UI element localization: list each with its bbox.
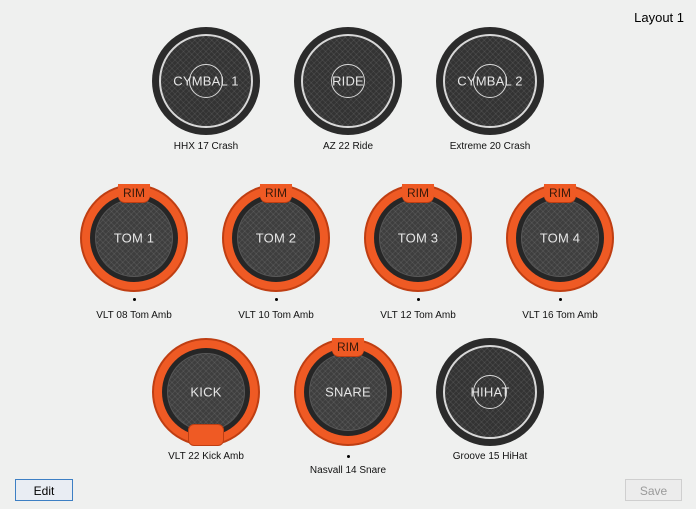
indicator-dot [133,298,136,301]
pad-cymbal-2[interactable]: CYMBAL 2 [436,27,544,135]
pad-label: TOM 2 [255,230,297,246]
pad-caption-snare: Nasvall 14 Snare [309,465,387,476]
indicator-dot [347,455,350,458]
pad-cymbal-1[interactable]: CYMBAL 1 [152,27,260,135]
pad-caption-tom-3: VLT 12 Tom Amb [380,310,456,321]
pad-caption-tom-2: VLT 10 Tom Amb [238,310,314,321]
pad-tom-2[interactable]: TOM 2 RIM [222,184,330,292]
pad-caption-kick: VLT 22 Kick Amb [168,451,244,462]
pad-label: TOM 1 [113,230,155,246]
pad-label: CYMBAL 2 [457,73,523,89]
pad-label: TOM 4 [539,230,581,246]
pad-label: SNARE [325,384,371,400]
pad-caption-ride: AZ 22 Ride [322,141,374,152]
pad-tom-4[interactable]: TOM 4 RIM [506,184,614,292]
pad-ride[interactable]: RIDE [294,27,402,135]
pad-caption-cymbal-2: Extreme 20 Crash [449,141,531,152]
pad-label: RIDE [332,73,364,89]
pad-caption-tom-4: VLT 16 Tom Amb [522,310,598,321]
rim-zone-tom-2[interactable]: RIM [260,184,292,202]
pad-snare[interactable]: SNARE RIM [294,338,402,446]
rim-zone-tom-3[interactable]: RIM [402,184,434,202]
indicator-dot [417,298,420,301]
pad-label: KICK [190,384,222,400]
rim-zone-tom-1[interactable]: RIM [118,184,150,202]
rim-zone-snare[interactable]: RIM [332,338,364,356]
pad-caption-tom-1: VLT 08 Tom Amb [96,310,172,321]
pad-caption-hihat: Groove 15 HiHat [452,451,528,462]
pad-label: HIHAT [470,384,510,400]
pad-kick[interactable]: KICK [152,338,260,446]
pad-label: TOM 3 [397,230,439,246]
pad-label: CYMBAL 1 [173,73,239,89]
pad-tom-3[interactable]: TOM 3 RIM [364,184,472,292]
indicator-dot [275,298,278,301]
pad-tom-1[interactable]: TOM 1 RIM [80,184,188,292]
pad-hihat[interactable]: HIHAT [436,338,544,446]
rim-zone-tom-4[interactable]: RIM [544,184,576,202]
kick-pedal-icon [188,424,224,446]
save-button[interactable]: Save [625,479,682,501]
indicator-dot [559,298,562,301]
layout-title: Layout 1 [634,10,684,25]
edit-button[interactable]: Edit [15,479,73,501]
pad-caption-cymbal-1: HHX 17 Crash [173,141,239,152]
